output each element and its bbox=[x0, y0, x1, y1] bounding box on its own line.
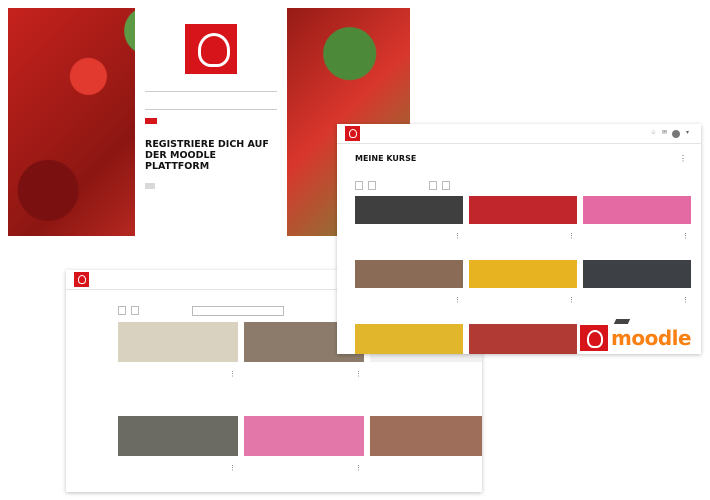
moodle-logo: moodle bbox=[611, 319, 692, 350]
filter-dropdown[interactable] bbox=[118, 306, 126, 315]
mortarboard-icon bbox=[613, 319, 631, 324]
filter-bar bbox=[355, 181, 450, 190]
course-thumbnail bbox=[469, 196, 577, 224]
course-card[interactable]: ⋮ bbox=[355, 260, 463, 304]
course-thumbnail bbox=[355, 196, 463, 224]
view-dropdown[interactable] bbox=[442, 181, 450, 190]
course-card[interactable]: ⋮ bbox=[469, 260, 577, 304]
more-options-icon[interactable]: ⋮ bbox=[355, 464, 362, 472]
course-card[interactable] bbox=[469, 324, 577, 354]
username-field[interactable] bbox=[145, 84, 277, 92]
filter-bar bbox=[118, 306, 284, 316]
course-thumbnail bbox=[355, 324, 463, 354]
more-options-icon[interactable]: ⋮ bbox=[481, 370, 482, 378]
course-card[interactable]: ⋮ bbox=[355, 196, 463, 240]
course-thumbnail bbox=[370, 416, 482, 456]
course-card[interactable]: ⋮ bbox=[244, 416, 364, 472]
chevron-down-icon[interactable]: ▾ bbox=[684, 130, 691, 137]
course-thumbnail bbox=[469, 260, 577, 288]
login-card: REGISTRIERE DICH AUF DER MOODLE PLATTFOR… bbox=[135, 8, 287, 236]
course-card[interactable]: ⋮ bbox=[118, 322, 238, 378]
more-options-icon[interactable]: ⋮ bbox=[454, 232, 461, 240]
igmetall-logo bbox=[580, 325, 608, 351]
more-options-icon[interactable]: ⋮ bbox=[454, 296, 461, 304]
more-options-icon[interactable]: ⋮ bbox=[568, 296, 575, 304]
sort-dropdown[interactable] bbox=[429, 181, 437, 190]
course-thumbnail bbox=[355, 260, 463, 288]
course-thumbnail bbox=[118, 322, 238, 362]
igmetall-logo[interactable] bbox=[74, 272, 89, 287]
igmetall-logo[interactable] bbox=[345, 126, 360, 141]
register-title: REGISTRIERE DICH AUF DER MOODLE PLATTFOR… bbox=[145, 139, 269, 172]
course-thumbnail bbox=[244, 416, 364, 456]
more-options-icon[interactable]: ⋮ bbox=[355, 370, 362, 378]
course-card[interactable]: ⋮ bbox=[118, 416, 238, 472]
my-courses-screenshot: ♤ ✉ ▾ MEINE KURSE ⋮ ⋮ ⋮ ⋮ ⋮ ⋮ ⋮ bbox=[337, 124, 701, 354]
more-options-icon[interactable]: ⋮ bbox=[229, 464, 236, 472]
filter-dropdown[interactable] bbox=[368, 181, 376, 190]
course-thumbnail bbox=[469, 324, 577, 354]
course-card[interactable] bbox=[355, 324, 463, 354]
search-input[interactable] bbox=[192, 306, 284, 316]
brand-lockup: moodle bbox=[580, 319, 692, 351]
more-options-icon[interactable]: ⋮ bbox=[682, 296, 689, 304]
filter-dropdown[interactable] bbox=[355, 181, 363, 190]
course-card[interactable]: ⋮ bbox=[583, 260, 691, 304]
bell-icon[interactable]: ♤ bbox=[650, 130, 657, 137]
more-options-icon[interactable]: ⋮ bbox=[682, 232, 689, 240]
top-navigation: ♤ ✉ ▾ bbox=[337, 124, 701, 144]
filter-dropdown[interactable] bbox=[131, 306, 139, 315]
course-thumbnail bbox=[583, 260, 691, 288]
course-card[interactable]: ⋮ bbox=[583, 196, 691, 240]
page-title: MEINE KURSE bbox=[355, 154, 417, 163]
course-thumbnail bbox=[118, 416, 238, 456]
avatar[interactable] bbox=[672, 130, 680, 138]
more-options-icon[interactable]: ⋮ bbox=[568, 232, 575, 240]
user-tools: ♤ ✉ ▾ bbox=[650, 130, 691, 138]
course-card[interactable]: ⋮ bbox=[370, 416, 482, 472]
igmetall-logo bbox=[185, 24, 237, 74]
login-button[interactable] bbox=[145, 118, 157, 124]
register-button[interactable] bbox=[145, 183, 155, 189]
password-field[interactable] bbox=[145, 102, 277, 110]
course-card[interactable]: ⋮ bbox=[469, 196, 577, 240]
chat-icon[interactable]: ✉ bbox=[661, 130, 668, 137]
more-options-icon[interactable]: ⋮ bbox=[481, 464, 482, 472]
course-thumbnail bbox=[583, 196, 691, 224]
more-options-icon[interactable]: ⋮ bbox=[229, 370, 236, 378]
more-options-icon[interactable]: ⋮ bbox=[679, 154, 687, 163]
